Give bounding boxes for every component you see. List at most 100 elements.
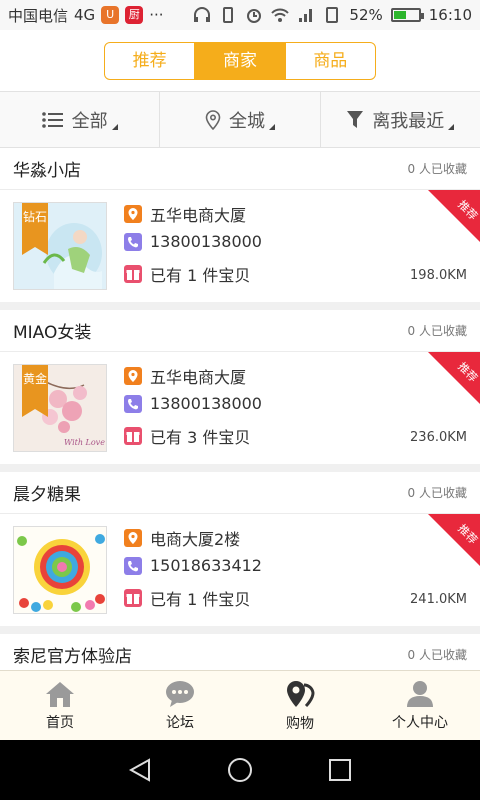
- filter-sort[interactable]: 离我最近: [321, 92, 480, 147]
- location-pin-icon: [205, 109, 221, 130]
- shop-info: 五华电商大厦 13800138000 已有 1 件宝贝 198.0KM 推荐: [124, 190, 480, 302]
- filter-area[interactable]: 全城: [160, 92, 321, 147]
- favorite-count: 0 人已收藏: [407, 486, 467, 500]
- nav-forum-label: 论坛: [166, 714, 194, 731]
- shop-body: 电商大厦2楼 15018633412 已有 1 件宝贝 241.0KM 推荐: [0, 514, 480, 626]
- location-icon: [124, 529, 142, 547]
- person-icon: [407, 680, 433, 707]
- shop-thumbnail[interactable]: 钻石: [13, 202, 107, 290]
- clock: 16:10: [428, 6, 472, 24]
- shop-list: 华淼小店 0 人已收藏 钻石 五华电商大厦 13800138000 已有 1 件…: [0, 148, 480, 670]
- list-item[interactable]: 晨夕糖果 0 人已收藏 电商大厦2楼 15018633412 已有 1 件宝贝 …: [0, 472, 480, 626]
- list-item[interactable]: MIAO女装 0 人已收藏 With Love 黄金 五华电商大厦 138001…: [0, 310, 480, 464]
- chat-icon: [166, 680, 194, 707]
- signal-icon: [299, 9, 313, 22]
- shop-info: 电商大厦2楼 15018633412 已有 1 件宝贝 241.0KM 推荐: [124, 514, 480, 626]
- shop-address: 五华电商大厦: [150, 206, 247, 225]
- shop-header: 华淼小店 0 人已收藏: [0, 148, 480, 190]
- address-row: 电商大厦2楼: [124, 526, 240, 550]
- nav-shopping[interactable]: 购物: [240, 671, 360, 740]
- tab-products[interactable]: 商品: [286, 43, 375, 79]
- rank-ribbon: 黄金: [22, 365, 48, 417]
- shop-thumbnail[interactable]: [13, 526, 107, 614]
- battery-fill: [393, 11, 407, 19]
- bottom-nav: 首页 论坛 购物 个人中心: [0, 670, 480, 740]
- system-nav-bar: [0, 740, 480, 800]
- shop-header: 晨夕糖果 0 人已收藏: [0, 472, 480, 514]
- more-notifications-icon: ···: [149, 6, 164, 24]
- recommend-badge: 推荐: [428, 352, 480, 404]
- gift-icon: [124, 427, 142, 445]
- headphones-icon: [194, 7, 211, 22]
- item-count: 已有 3 件宝贝: [150, 428, 251, 447]
- favorite-count: 0 人已收藏: [407, 648, 467, 662]
- distance: 198.0KM: [410, 268, 467, 283]
- segment-control: 推荐 商家 商品: [104, 42, 376, 80]
- shop-image: [14, 527, 106, 613]
- kitchen-app-icon: 厨: [125, 6, 144, 24]
- shop-phone: 15018633412: [150, 556, 262, 575]
- filter-area-label: 全城: [228, 110, 265, 132]
- shop-body: 钻石 五华电商大厦 13800138000 已有 1 件宝贝 198.0KM 推…: [0, 190, 480, 302]
- shop-phone: 13800138000: [150, 394, 262, 413]
- battery-percent: 52%: [349, 6, 383, 24]
- phone-row[interactable]: 13800138000: [124, 232, 262, 251]
- recent-apps-icon[interactable]: [327, 757, 353, 783]
- shop-phone: 13800138000: [150, 232, 262, 251]
- list-item[interactable]: 索尼官方体验店 0 人已收藏 推荐: [0, 634, 480, 670]
- network-type: 4G: [74, 6, 96, 24]
- dropdown-corner-icon: [111, 123, 118, 130]
- items-row: 已有 3 件宝贝: [124, 424, 250, 448]
- shop-info: 五华电商大厦 13800138000 已有 3 件宝贝 236.0KM 推荐: [124, 352, 480, 464]
- home-icon: [46, 681, 74, 707]
- gift-icon: [124, 589, 142, 607]
- shop-header: MIAO女装 0 人已收藏: [0, 310, 480, 352]
- shop-name: MIAO女装: [13, 323, 92, 343]
- distance: 241.0KM: [410, 592, 467, 607]
- shop-header: 索尼官方体验店 0 人已收藏: [0, 634, 480, 670]
- dropdown-corner-icon: [268, 123, 275, 130]
- alarm-icon: [247, 9, 262, 23]
- items-row: 已有 1 件宝贝: [124, 262, 250, 286]
- nav-forum[interactable]: 论坛: [120, 671, 240, 740]
- shop-name: 索尼官方体验店: [13, 647, 132, 667]
- wifi-icon: [271, 8, 290, 22]
- address-row: 五华电商大厦: [124, 202, 246, 226]
- back-icon[interactable]: [127, 757, 153, 783]
- dropdown-corner-icon: [448, 123, 455, 130]
- tab-merchants[interactable]: 商家: [195, 43, 286, 79]
- rank-ribbon: 钻石: [22, 203, 48, 255]
- nav-shopping-label: 购物: [286, 715, 314, 732]
- phone-row[interactable]: 15018633412: [124, 556, 262, 575]
- list-item[interactable]: 华淼小店 0 人已收藏 钻石 五华电商大厦 13800138000 已有 1 件…: [0, 148, 480, 302]
- location-icon: [124, 205, 142, 223]
- gift-icon: [124, 265, 142, 283]
- tab-recommend[interactable]: 推荐: [105, 43, 196, 79]
- status-bar: 中国电信 4G U 厨 ··· 52% 16:10: [0, 0, 480, 30]
- nav-profile[interactable]: 个人中心: [360, 671, 480, 740]
- app-notification-icon: U: [101, 6, 120, 24]
- phone-row[interactable]: 13800138000: [124, 394, 262, 413]
- phone-icon: [124, 232, 142, 251]
- shop-address: 五华电商大厦: [150, 368, 247, 387]
- list-icon: [41, 111, 63, 128]
- nav-profile-label: 个人中心: [392, 714, 448, 731]
- filter-category-label: 全部: [71, 110, 108, 132]
- shop-thumbnail[interactable]: With Love 黄金: [13, 364, 107, 452]
- recommend-badge: 推荐: [428, 514, 480, 566]
- filter-bar: 全部 全城 离我最近: [0, 92, 480, 148]
- shop-name: 晨夕糖果: [13, 485, 81, 505]
- favorite-count: 0 人已收藏: [407, 324, 467, 338]
- home-button-icon[interactable]: [227, 757, 253, 783]
- filter-sort-label: 离我最近: [372, 110, 445, 132]
- location-icon: [287, 680, 315, 707]
- nav-home[interactable]: 首页: [0, 671, 120, 740]
- filter-category[interactable]: 全部: [0, 92, 161, 147]
- svg-text:With Love: With Love: [64, 438, 105, 447]
- phone-icon: [124, 394, 142, 413]
- address-row: 五华电商大厦: [124, 364, 246, 388]
- distance: 236.0KM: [410, 430, 467, 445]
- vibrate-icon: [223, 7, 234, 23]
- sim-icon: [326, 7, 339, 23]
- shop-body: With Love 黄金 五华电商大厦 13800138000 已有 3 件宝贝…: [0, 352, 480, 464]
